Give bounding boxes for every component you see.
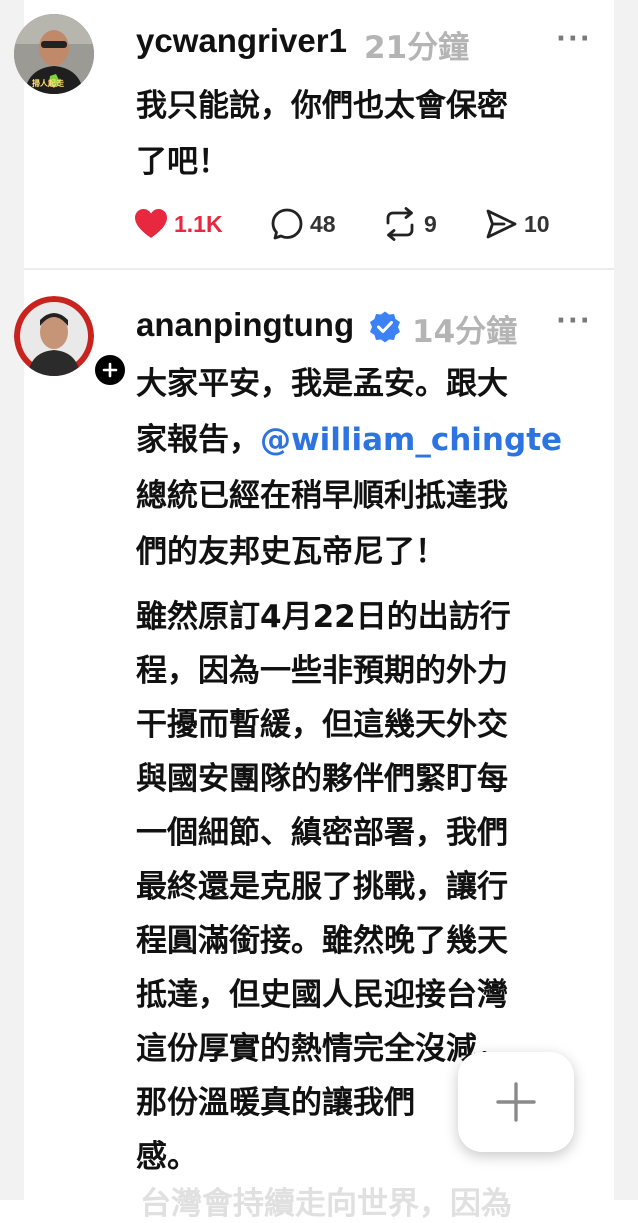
post-text-line: 家報告，@william_chingte <box>136 412 562 468</box>
right-margin <box>614 0 638 1200</box>
post-text: 我只能說，你們也太會保密 了吧！ <box>136 78 508 190</box>
post-text-line: 干擾而暫緩，但這幾天外交 <box>136 707 508 743</box>
avatar-photo <box>14 296 94 376</box>
compose-button[interactable] <box>458 1052 574 1152</box>
mention-link[interactable]: @william_chingte <box>260 422 562 458</box>
post-text-line: 總統已經在稍早順利抵達我 <box>136 478 508 514</box>
post-time: 14分鐘 <box>412 314 518 350</box>
more-options-button[interactable]: ··· <box>556 306 592 336</box>
more-options-button[interactable]: ··· <box>556 24 592 54</box>
plus-icon <box>496 1082 536 1122</box>
post-text-line: 了吧！ <box>136 144 229 180</box>
heart-icon <box>135 209 167 238</box>
post-text: 大家平安，我是孟安。跟大 家報告，@william_chingte 總統已經在稍… <box>136 356 562 580</box>
post-text-line: 與國安團隊的夥伴們緊盯每 <box>136 761 508 797</box>
avatar-caption: 掃人起走 <box>32 79 64 88</box>
follow-plus-icon <box>102 362 118 378</box>
post-text-line: 抵達，但史國人民迎接台灣 <box>136 977 508 1013</box>
post-text-segment: 家報告， <box>136 422 260 458</box>
repost-icon <box>386 207 414 241</box>
post-text-line: 那份溫暖真的讓我們 <box>136 1085 415 1121</box>
reply-count: 48 <box>310 210 336 237</box>
left-margin <box>0 0 24 1200</box>
share-button[interactable]: 10 <box>484 202 550 246</box>
post-text-line: 大家平安，我是孟安。跟大 <box>136 366 508 402</box>
like-button[interactable]: 1.1K <box>134 202 223 246</box>
post-text-line: 我只能說，你們也太會保密 <box>136 88 508 124</box>
avatar-ycwangriver1[interactable]: 掃人起走 <box>14 14 94 94</box>
post-text-line: 雖然原訂4月22日的出訪行 <box>136 599 511 635</box>
follow-button[interactable] <box>92 352 128 388</box>
post-text-line: 這份厚實的熱情完全沒減， <box>136 1031 508 1067</box>
post-text-line: 們的友邦史瓦帝尼了！ <box>136 534 446 570</box>
repost-count: 9 <box>424 210 437 237</box>
share-count: 10 <box>524 210 550 237</box>
like-count: 1.1K <box>174 210 223 237</box>
speech-bubble-icon <box>271 208 303 240</box>
verified-badge-icon <box>370 311 400 343</box>
username[interactable]: ycwangriver1 <box>136 22 347 60</box>
post-text-line: 程圓滿銜接。雖然晚了幾天 <box>136 923 508 959</box>
avatar-ananpingtung[interactable] <box>14 296 94 376</box>
reply-button[interactable]: 48 <box>270 202 336 246</box>
post-text-line: 一個細節、縝密部署，我們 <box>136 815 508 851</box>
post-actions: 1.1K 48 9 10 <box>110 202 570 246</box>
send-icon <box>486 209 517 239</box>
post-text-line: 感。 <box>136 1139 198 1175</box>
username[interactable]: ananpingtung <box>136 306 354 344</box>
repost-button[interactable]: 9 <box>382 202 437 246</box>
post-time: 21分鐘 <box>364 30 470 66</box>
post-text-line: 最終還是克服了挑戰，讓行 <box>136 869 508 905</box>
post-text-line: 程，因為一些非預期的外力 <box>136 653 508 689</box>
post-paragraph: 雖然原訂4月22日的出訪行 程，因為一些非預期的外力 干擾而暫緩，但這幾天外交 … <box>136 590 511 1184</box>
post-text-line-cutoff: 台灣會持續走向世界，因為 <box>140 1186 512 1222</box>
